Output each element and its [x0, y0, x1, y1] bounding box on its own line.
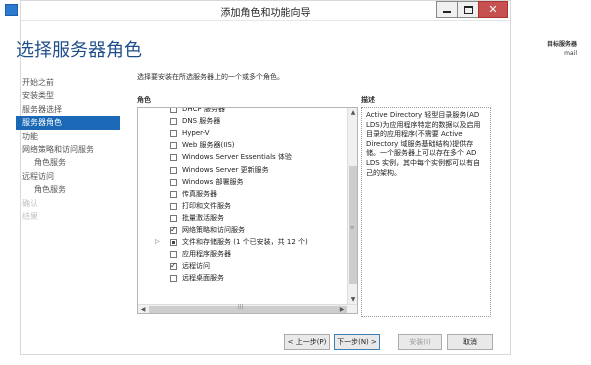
- role-label: 批量激活服务: [182, 213, 224, 222]
- role-item[interactable]: Web 服务器(IIS): [138, 139, 348, 151]
- scroll-right-icon[interactable]: ▶: [337, 305, 347, 313]
- nav-item[interactable]: 网络策略和访问服务: [16, 143, 120, 156]
- close-button[interactable]: ✕: [478, 1, 508, 18]
- role-label: Windows Server Essentials 体验: [182, 153, 292, 162]
- role-checkbox[interactable]: [170, 178, 177, 186]
- role-item[interactable]: 网络策略和访问服务: [138, 224, 348, 236]
- role-item[interactable]: 应用程序服务器: [138, 248, 348, 260]
- role-checkbox[interactable]: [170, 260, 177, 272]
- role-label: Windows Server 更新服务: [182, 165, 269, 174]
- previous-button[interactable]: < 上一步(P): [284, 334, 330, 350]
- role-label: 文件和存储服务 (1 个已安装，共 12 个): [182, 238, 308, 247]
- role-label: 打印和文件服务: [182, 201, 231, 210]
- role-checkbox[interactable]: [170, 130, 177, 138]
- roles-list[interactable]: DHCP 服务器 DNS 服务器 Hyper-V Web 服务器(IIS) Window…: [138, 108, 348, 305]
- role-label: 远程桌面服务: [182, 274, 224, 283]
- roles-header: 角色: [137, 96, 151, 104]
- role-checkbox[interactable]: [170, 224, 177, 236]
- nav-item: 结果: [22, 211, 38, 221]
- role-checkbox[interactable]: [170, 275, 177, 283]
- page-title: 选择服务器角色: [16, 40, 142, 61]
- role-item[interactable]: Windows Server Essentials 体验: [138, 151, 348, 163]
- role-label: 网络策略和访问服务: [182, 226, 245, 234]
- nav-item[interactable]: 功能: [16, 130, 120, 143]
- expand-icon[interactable]: ▷: [155, 236, 160, 248]
- scroll-left-icon[interactable]: ◀: [138, 305, 148, 313]
- role-label: 应用程序服务器: [182, 250, 231, 259]
- maximize-button[interactable]: [457, 1, 479, 18]
- role-item[interactable]: DNS 服务器: [138, 115, 348, 127]
- role-label: Hyper-V: [182, 129, 210, 138]
- role-item[interactable]: 传真服务器: [138, 188, 348, 200]
- role-item[interactable]: 批量激活服务: [138, 212, 348, 224]
- minimize-button[interactable]: [436, 1, 458, 18]
- role-item[interactable]: Hyper-V: [138, 127, 348, 139]
- nav-item[interactable]: 开始之前: [16, 76, 120, 89]
- install-button[interactable]: 安装(I): [398, 334, 442, 350]
- role-checkbox[interactable]: [170, 166, 177, 174]
- description-text: Active Directory 轻型目录服务(AD LDS)为应用程序特定的数…: [366, 111, 481, 177]
- nav-item[interactable]: 安装类型: [16, 89, 120, 102]
- role-label: DNS 服务器: [182, 117, 221, 126]
- role-label: 远程访问: [182, 262, 210, 271]
- role-checkbox[interactable]: [170, 239, 177, 247]
- role-checkbox[interactable]: [170, 251, 177, 259]
- server-manager-app-icon: [5, 4, 18, 16]
- target-server: 目标服务器 mail: [547, 40, 577, 58]
- role-checkbox[interactable]: [170, 214, 177, 222]
- description-box: Active Directory 轻型目录服务(AD LDS)为应用程序特定的数…: [361, 107, 491, 317]
- role-label: Web 服务器(IIS): [182, 141, 235, 150]
- role-checkbox[interactable]: [170, 108, 177, 113]
- role-item[interactable]: Windows 部署服务: [138, 176, 348, 188]
- role-label: DHCP 服务器: [182, 108, 225, 113]
- vertical-scrollbar[interactable]: ▲ ≡ ▼: [347, 108, 357, 305]
- nav-item[interactable]: 角色服务: [16, 156, 120, 169]
- role-checkbox[interactable]: [170, 154, 177, 162]
- title-bar: 添加角色和功能向导 ✕: [5, 1, 510, 21]
- role-item[interactable]: ▷ 文件和存储服务 (1 个已安装，共 12 个): [138, 236, 348, 248]
- role-checkbox[interactable]: [170, 202, 177, 210]
- horizontal-scroll-thumb[interactable]: [149, 306, 347, 313]
- window-controls: ✕: [436, 1, 508, 18]
- role-checkbox[interactable]: [170, 190, 177, 198]
- wizard-nav: 开始之前 安装类型 服务器选择 服务器角色 功能 网络策略和访问服务 角色服务 远程访问 角色服…: [16, 76, 120, 223]
- hscroll-grip-icon: |||: [238, 304, 244, 310]
- role-item[interactable]: 远程桌面服务: [138, 272, 348, 284]
- close-icon: ✕: [488, 3, 498, 16]
- target-server-value: mail: [564, 50, 577, 57]
- role-item[interactable]: 打印和文件服务: [138, 200, 348, 212]
- nav-item: 确认: [22, 198, 38, 208]
- instruction-text: 选择要安装在所选服务器上的一个或多个角色。: [137, 73, 284, 81]
- role-checkbox[interactable]: [170, 118, 177, 126]
- description-header: 描述: [361, 96, 375, 104]
- scroll-grip-icon: ≡: [350, 225, 355, 231]
- roles-list-box: DHCP 服务器 DNS 服务器 Hyper-V Web 服务器(IIS) Window…: [137, 107, 358, 314]
- role-item[interactable]: DHCP 服务器: [138, 108, 348, 115]
- cancel-button[interactable]: 取消: [447, 334, 493, 350]
- nav-item[interactable]: 角色服务: [16, 183, 120, 196]
- target-server-label: 目标服务器: [546, 41, 577, 48]
- next-button[interactable]: 下一步(N) >: [334, 334, 380, 350]
- maximize-icon: [463, 5, 473, 14]
- role-label: Windows 部署服务: [182, 177, 244, 186]
- minimize-icon: [443, 11, 451, 13]
- role-item[interactable]: Windows Server 更新服务: [138, 164, 348, 176]
- role-item[interactable]: 远程访问: [138, 260, 348, 272]
- scroll-up-icon[interactable]: ▲: [348, 108, 357, 118]
- nav-item[interactable]: 远程访问: [16, 170, 120, 183]
- nav-item[interactable]: 服务器选择: [16, 103, 120, 116]
- role-checkbox[interactable]: [170, 142, 177, 150]
- role-label: 传真服务器: [182, 189, 217, 198]
- horizontal-scrollbar[interactable]: ◀ ||| ▶: [138, 304, 357, 313]
- nav-item[interactable]: 服务器角色: [16, 116, 120, 130]
